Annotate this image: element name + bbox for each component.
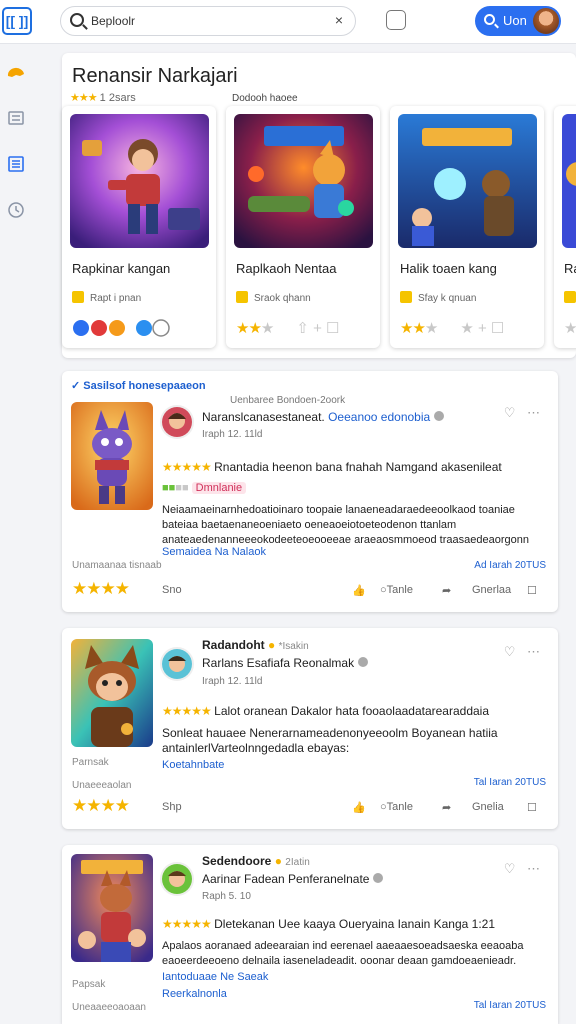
review-post-date: Tal Iaran 20TUS [473,777,546,788]
app-developer: Sraok qhann [236,291,311,304]
search-box[interactable]: × [60,6,356,36]
review-section-subtitle: Uenbaree Bondoen-2oork [230,395,346,406]
app-name: Raplkaoh Nentaa [236,261,337,276]
bookmark-icon[interactable]: ☐ [527,801,537,814]
review-headline: ★★★★★ Dletekanan Uee kaaya Oueryaina Ian… [162,917,496,931]
clear-icon[interactable]: × [335,12,343,28]
review-body: Sonleat hauaee Nenerarnameadenonyeeoolm … [162,726,498,755]
review-footer-stars: ★★★★ [72,796,130,815]
review-headline: ★★★★★ Rnantadia heenon bana fnahah Namga… [162,460,502,474]
app-developer: Sfay k qnuan [400,291,476,304]
reviewer-avatar[interactable] [160,405,194,439]
app-rating: ★ [564,320,576,337]
reviewer-avatar[interactable] [160,647,194,681]
review-extra-link[interactable]: Reerkalnonla [162,988,227,1000]
notification-icon[interactable] [386,10,406,30]
history-icon[interactable] [6,200,26,220]
app-developer: Rapt i pnan [72,291,141,304]
app-rating: ★★★ ★ + ☐ [400,320,505,337]
search-input[interactable] [91,12,321,30]
review-section-title: ✓ Sasilsof honesepaaeon [71,380,206,392]
reviewer-name[interactable]: Sedendoore ● 2Iatin [202,854,310,868]
review-date: Iraph 12. 11ld [202,676,263,687]
reviewer-title: Aarinar Fadean Penferanelnate [202,872,384,886]
review-tag-row: ■■■■ Dmnlanie [162,482,247,494]
search-icon [70,13,84,27]
app-card[interactable]: Halik toaen kang Sfay k qnuan ★★★ ★ + ☐ [390,106,544,348]
review-meta-secondary: Unaeeeaolan [72,780,132,791]
search-icon [484,14,495,25]
featured-rating: ★★★ 1 2sars [70,92,136,104]
review-card: Sedendoore ● 2Iatin Aarinar Fadean Penfe… [62,845,558,1024]
app-thumbnail [398,114,537,248]
signin-button[interactable]: Uon [475,6,561,36]
app-thumbnail [70,114,209,248]
app-card[interactable]: Ra ★ [554,106,576,348]
user-avatar[interactable] [533,8,559,34]
reviewer-title: Rarlans Esafiafa Reonalmak [202,656,369,670]
review-more-button[interactable]: Gnelia [472,801,504,813]
layers-icon[interactable] [6,108,26,128]
comment-button[interactable]: ○ Tanle [380,584,413,596]
palette-icon[interactable] [6,64,26,84]
review-app-thumbnail[interactable] [71,854,153,962]
review-meta: Papsak [72,979,106,990]
top-bar: [[ ]] × Uon [0,0,576,44]
app-name: Rapkinar kangan [72,261,171,276]
app-rating: ★★★ ⇧ + ☐ [236,320,340,337]
review-read-more-link[interactable]: Iantoduaae Ne Saeak [162,971,268,983]
comment-button[interactable]: ○ Tanle [380,801,413,813]
app-platform-icons [72,319,172,341]
review-meta: Parnsak [72,757,109,768]
review-actions[interactable]: ♡ ⋯ [504,405,544,421]
review-post-date: Tal Iaran 20TUS [473,1000,546,1011]
review-meta-secondary: Uneaaeeoaoaan [72,1002,146,1013]
reviewer-avatar[interactable] [160,862,194,896]
app-name: Ra [564,261,576,276]
review-card: ✓ Sasilsof honesepaaeon Uenbaree Bondoen… [62,371,558,612]
review-actions[interactable]: ♡ ⋯ [504,644,544,660]
app-logo-icon[interactable]: [[ ]] [2,7,32,35]
reviewer-name[interactable]: Radandoht ● *Isakin [202,638,309,652]
review-post-date: Ad Iarah 20TUS [474,560,546,571]
reviewer-name[interactable]: Naranslcanasestaneat. Oeeanoo edonobia [202,410,445,424]
thumbs-up-icon[interactable]: 👍 [352,584,366,597]
review-body: Neiaamaeinarnhedoatioinaro toopaie lanae… [162,504,529,546]
review-app-thumbnail[interactable] [71,402,153,510]
review-tag[interactable]: Dmnlanie [191,482,247,494]
review-meta: Unamaanaa tisnaab [72,560,162,571]
signin-label: Uon [503,13,527,28]
thumbs-up-icon[interactable]: 👍 [352,801,366,814]
featured-label: Dodooh haoee [232,93,298,104]
app-thumbnail [234,114,373,248]
review-share-button[interactable]: Shp [162,801,182,813]
library-icon[interactable] [6,154,26,174]
app-thumbnail [562,114,576,248]
review-actions[interactable]: ♡ ⋯ [504,861,544,877]
review-read-more-link[interactable]: Koetahnbate [162,759,224,771]
review-date: Raph 5. 10 [202,891,251,902]
app-card[interactable]: Raplkaoh Nentaa Sraok qhann ★★★ ⇧ + ☐ [226,106,380,348]
review-footer-stars: ★★★★ [72,579,130,598]
share-icon[interactable]: ➦ [442,801,451,814]
review-body: Apalaos aoranaed adeearaian ind eerenael… [162,940,524,967]
review-headline: ★★★★★ Lalot oranean Dakalor hata fooaola… [162,704,490,718]
review-card: Radandoht ● *Isakin Rarlans Esafiafa Reo… [62,628,558,829]
app-card[interactable]: Rapkinar kangan Rapt i pnan [62,106,216,348]
share-icon[interactable]: ➦ [442,584,451,597]
review-read-more-link[interactable]: Semaidea Na Nalaok [162,546,266,558]
app-name: Halik toaen kang [400,261,497,276]
bookmark-icon[interactable]: ☐ [527,584,537,597]
app-developer [564,291,576,304]
review-share-button[interactable]: Sno [162,584,182,596]
review-more-button[interactable]: Gnerlaa [472,584,511,596]
review-date: Iraph 12. 11ld [202,429,263,440]
featured-title: Renansir Narkajari [72,65,238,87]
sidebar [0,44,36,1024]
review-app-thumbnail[interactable] [71,639,153,747]
